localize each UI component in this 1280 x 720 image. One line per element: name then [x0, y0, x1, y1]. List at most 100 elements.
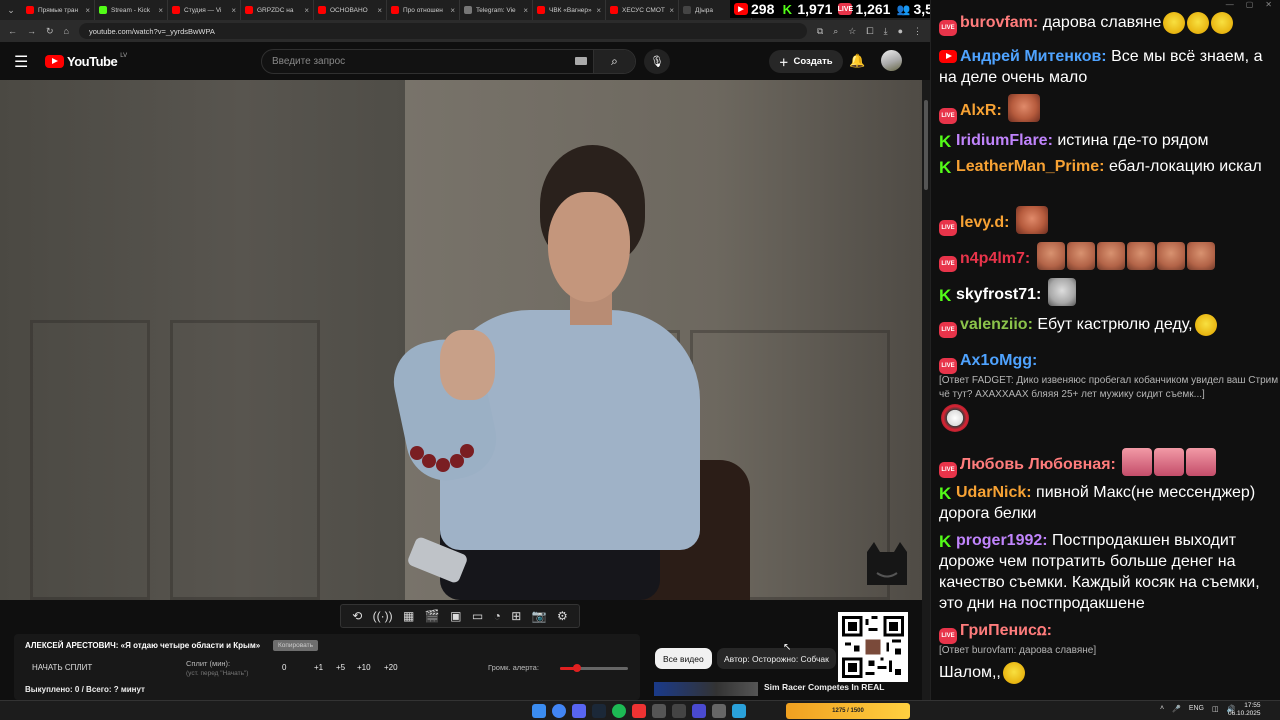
mic-tray-icon[interactable]: 🎤 [1172, 705, 1181, 713]
clock[interactable]: 17:55 06.10.2025 [1228, 702, 1261, 718]
start-icon[interactable] [532, 704, 546, 718]
browser-tab[interactable]: Прямые тран × [22, 0, 95, 20]
page-scrollbar[interactable] [922, 80, 930, 700]
speed-icon[interactable]: ◔ [494, 609, 501, 623]
loop-icon[interactable]: ⟲ [352, 609, 362, 623]
all-videos-chip[interactable]: Все видео [655, 648, 712, 669]
chat-message: K IridiumFlare: истина где-то рядом [939, 130, 1279, 151]
recommended-thumbnail[interactable] [654, 682, 758, 696]
tab-close-icon[interactable]: × [669, 6, 674, 15]
app-icon[interactable] [672, 704, 686, 718]
theater-icon[interactable]: ▭ [472, 609, 483, 623]
video-player[interactable] [0, 80, 922, 600]
vk-live-badge-icon: LIVE [939, 20, 957, 36]
chat-username[interactable]: burovfam [960, 14, 1033, 31]
chat-username[interactable]: n4p4lm7 [960, 250, 1025, 267]
alert-volume-knob[interactable] [573, 664, 581, 672]
forward-icon[interactable]: → [27, 26, 36, 36]
chrome-icon[interactable] [552, 704, 566, 718]
tab-close-icon[interactable]: × [304, 6, 309, 15]
tab-close-icon[interactable]: × [596, 6, 601, 15]
notifications-bell-icon[interactable]: 🔔 [849, 53, 865, 69]
chat-username[interactable]: valenziio [960, 316, 1028, 333]
tray-chevron-icon[interactable]: ˄ [1160, 705, 1164, 713]
app-icon[interactable] [712, 704, 726, 718]
app-icon[interactable] [692, 704, 706, 718]
keyboard-icon[interactable] [575, 57, 587, 65]
search-button[interactable]: ⌕ [593, 50, 635, 73]
chat-username[interactable]: Любовь Любовная [960, 456, 1111, 473]
voice-search-button[interactable]: 🎙 [644, 49, 670, 74]
youtube-logo[interactable]: YouTube LV [45, 53, 127, 69]
app-icon[interactable] [652, 704, 666, 718]
chat-username[interactable]: proger1992 [956, 532, 1042, 549]
tab-search-icon[interactable]: ⌄ [0, 5, 22, 16]
install-icon[interactable]: ⧉ [817, 26, 823, 37]
chat-username[interactable]: ГриПенисꭥ [960, 622, 1047, 639]
pip-icon[interactable]: ▣ [450, 609, 461, 623]
hamburger-menu-icon[interactable]: ☰ [14, 52, 28, 72]
browser-tab[interactable]: ХЕСУС СМОТ × [606, 0, 679, 20]
url-field[interactable]: youtube.com/watch?v=_yyrdsBwWPA [78, 23, 807, 39]
tab-close-icon[interactable]: × [85, 6, 90, 15]
alert-volume-slider[interactable] [560, 664, 628, 672]
tab-close-icon[interactable]: × [523, 6, 528, 15]
increment-button[interactable]: +1 [314, 663, 323, 672]
chat-username[interactable]: skyfrost71 [956, 286, 1036, 303]
app-icon[interactable] [632, 704, 646, 718]
browser-tab[interactable]: ОСНОВАНО × [314, 0, 387, 20]
broadcast-icon[interactable]: ((·)) [373, 609, 393, 623]
author-chip[interactable]: Автор: Осторожно: Собчак [717, 648, 836, 669]
chat-username[interactable]: LeatherMan_Prime [956, 158, 1099, 175]
gear-icon[interactable]: ⚙ [557, 609, 568, 623]
reload-icon[interactable]: ↻ [46, 26, 54, 37]
chat-username[interactable]: Ax1oMgg [960, 352, 1032, 369]
chat-username[interactable]: levy.d [960, 214, 1004, 231]
tab-close-icon[interactable]: × [377, 6, 382, 15]
increment-button[interactable]: +20 [384, 663, 398, 672]
recommended-title[interactable]: Sim Racer Competes In REAL [764, 682, 884, 692]
search-input[interactable]: Введите запрос ⌕ [261, 49, 636, 74]
profile-icon[interactable]: ● [898, 26, 903, 36]
chat-username[interactable]: Андрей Митенков [960, 48, 1101, 65]
chat-username[interactable]: IridiumFlare [956, 132, 1048, 149]
language-indicator[interactable]: ENG [1189, 705, 1204, 713]
start-split-button[interactable]: НАЧАТЬ СПЛИТ [32, 663, 92, 672]
split-status: Выкуплено: 0 / Всего: ? минут [25, 685, 145, 694]
telegram-icon[interactable] [732, 704, 746, 718]
create-button[interactable]: ＋ Создать [769, 50, 843, 73]
tab-close-icon[interactable]: × [158, 6, 163, 15]
tab-close-icon[interactable]: × [231, 6, 236, 15]
settings-panel-icon[interactable]: ▦ [403, 609, 414, 623]
back-icon[interactable]: ← [8, 26, 17, 36]
browser-tab[interactable]: ЧВК «Вагнер» × [533, 0, 606, 20]
discord-icon[interactable] [572, 704, 586, 718]
split-value[interactable]: 0 [282, 663, 286, 672]
extensions-icon[interactable]: ⧠ [866, 26, 873, 37]
bookmark-icon[interactable]: ☆ [848, 26, 856, 37]
tab-close-icon[interactable]: × [450, 6, 455, 15]
browser-tab[interactable]: Stream - Kick × [95, 0, 168, 20]
zoom-icon[interactable]: ⌕ [833, 26, 838, 37]
screenshot-icon[interactable]: 📷 [532, 609, 547, 623]
add-icon[interactable]: ⊞ [511, 609, 521, 623]
download-icon[interactable]: ⤓ [884, 26, 888, 37]
steam-icon[interactable] [592, 704, 606, 718]
copy-button[interactable]: Копировать [273, 640, 318, 651]
chat-username[interactable]: UdarNick [956, 484, 1026, 501]
browser-tab[interactable]: Про отношен × [387, 0, 460, 20]
chat-panel: — ▢ ✕ LIVE burovfam: дарова славяне Андрей… [930, 0, 1280, 700]
scrollbar-thumb[interactable] [924, 100, 928, 190]
browser-tab[interactable]: Студия — Vi × [168, 0, 241, 20]
browser-tab[interactable]: Telegram: Vie × [460, 0, 533, 20]
increment-button[interactable]: +10 [357, 663, 371, 672]
increment-button[interactable]: +5 [336, 663, 345, 672]
avatar[interactable] [881, 50, 902, 71]
home-icon[interactable]: ⌂ [64, 26, 69, 36]
browser-menu-icon[interactable]: ⋮ [913, 26, 922, 37]
network-icon[interactable]: ◫ [1212, 705, 1219, 713]
chat-username[interactable]: AlxR [960, 102, 996, 119]
browser-tab[interactable]: GRPZDC на × [241, 0, 314, 20]
spotify-icon[interactable] [612, 704, 626, 718]
clip-icon[interactable]: 🎬 [425, 609, 440, 623]
